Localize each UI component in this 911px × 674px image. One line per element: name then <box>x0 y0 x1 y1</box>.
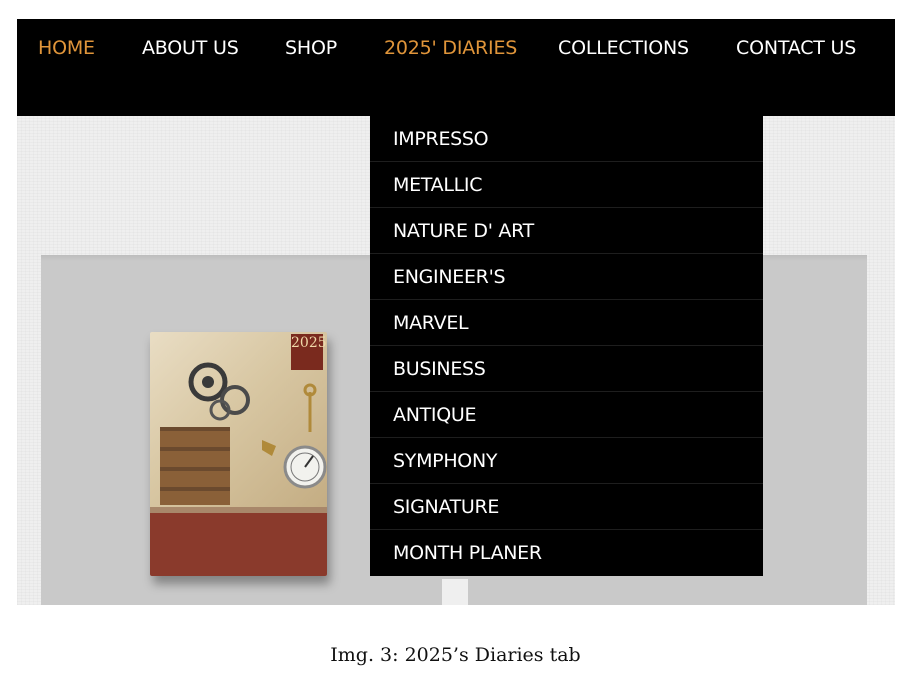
dropdown-item-impresso[interactable]: IMPRESSO <box>370 116 763 162</box>
dropdown-item-metallic[interactable]: METALLIC <box>370 162 763 208</box>
nav-shop[interactable]: SHOP <box>285 37 337 59</box>
nav-about-us[interactable]: ABOUT US <box>142 37 239 59</box>
diary-cover-art: 2025 <box>150 332 327 507</box>
dropdown-item-month-planer[interactable]: MONTH PLANER <box>370 530 763 576</box>
nav-contact-us[interactable]: CONTACT US <box>736 37 856 59</box>
nav-2025-diaries[interactable]: 2025' DIARIES <box>384 37 517 59</box>
nav-collections[interactable]: COLLECTIONS <box>558 37 689 59</box>
diary-product-image[interactable]: 2025 <box>150 332 327 576</box>
dropdown-item-symphony[interactable]: SYMPHONY <box>370 438 763 484</box>
dropdown-item-engineers[interactable]: ENGINEER'S <box>370 254 763 300</box>
panel-divider <box>442 579 468 605</box>
diaries-dropdown-menu: IMPRESSO METALLIC NATURE D' ART ENGINEER… <box>370 116 763 576</box>
main-navbar: HOME ABOUT US SHOP 2025' DIARIES COLLECT… <box>17 19 895 116</box>
nav-home[interactable]: HOME <box>38 37 95 59</box>
dropdown-item-signature[interactable]: SIGNATURE <box>370 484 763 530</box>
year-badge: 2025 <box>291 334 327 370</box>
dropdown-item-nature-d-art[interactable]: NATURE D' ART <box>370 208 763 254</box>
website-screenshot: HOME ABOUT US SHOP 2025' DIARIES COLLECT… <box>17 19 895 605</box>
dropdown-item-business[interactable]: BUSINESS <box>370 346 763 392</box>
figure-caption: Img. 3: 2025’s Diaries tab <box>330 644 581 666</box>
diary-leather-bottom <box>150 507 327 576</box>
dropdown-item-antique[interactable]: ANTIQUE <box>370 392 763 438</box>
dropdown-item-marvel[interactable]: MARVEL <box>370 300 763 346</box>
